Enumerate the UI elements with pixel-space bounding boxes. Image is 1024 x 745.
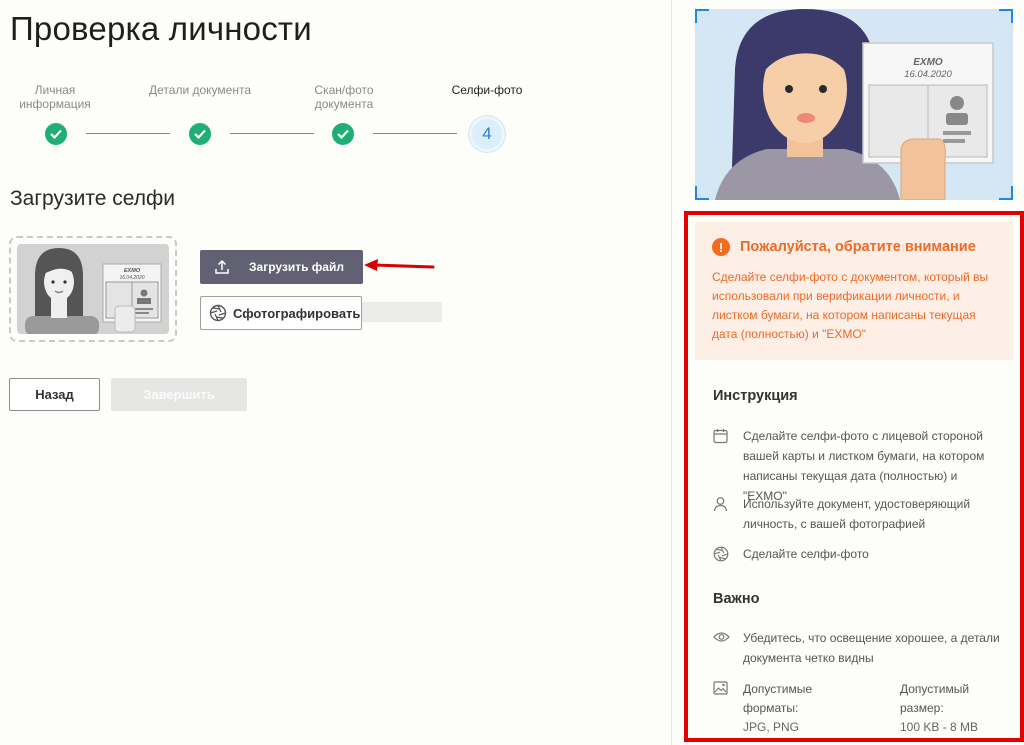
step-document-scan: Скан/фото документа bbox=[289, 83, 399, 113]
instruction-item: Сделайте селфи-фото bbox=[713, 544, 1003, 567]
size-block: Допустимый размер: 100 KB - 8 MB bbox=[900, 680, 990, 737]
important-title: Важно bbox=[713, 591, 760, 607]
left-panel: Проверка личности Личная информация Дета… bbox=[0, 0, 672, 745]
step-label: Селфи-фото bbox=[451, 83, 523, 97]
formats-label: Допустимые форматы: bbox=[743, 682, 813, 715]
instruction-text: Сделайте селфи-фото bbox=[743, 547, 869, 561]
upload-file-label: Загрузить файл bbox=[249, 260, 344, 274]
selfie-instruction-illustration: EXMO 16.04.2020 bbox=[695, 9, 1013, 200]
eye-icon bbox=[713, 628, 743, 668]
woman-with-document-illustration: EXMO 16.04.2020 bbox=[695, 9, 1013, 200]
step-check-icon bbox=[45, 123, 67, 145]
frame-corner bbox=[999, 9, 1013, 23]
person-icon bbox=[713, 494, 743, 534]
step-connector bbox=[86, 133, 170, 134]
doc-brand: EXMO bbox=[124, 268, 141, 274]
file-requirements: Допустимые форматы: JPG, PNG Допустимый … bbox=[713, 680, 1003, 737]
divider-strip bbox=[362, 302, 442, 322]
step-connector bbox=[230, 133, 314, 134]
frame-corner bbox=[695, 186, 709, 200]
take-photo-button[interactable]: Сфотографировать bbox=[200, 296, 362, 330]
formats-block: Допустимые форматы: JPG, PNG bbox=[743, 680, 900, 737]
selfie-preview[interactable]: EXMO 16.04.2020 bbox=[9, 236, 177, 342]
upload-icon bbox=[200, 259, 244, 275]
alert-title: Пожалуйста, обратите внимание bbox=[740, 239, 976, 255]
selfie-example-illustration: EXMO 16.04.2020 bbox=[17, 244, 169, 334]
page-title: Проверка личности bbox=[10, 10, 312, 47]
step-personal-info: Личная информация bbox=[0, 83, 110, 113]
step-label: Детали документа bbox=[149, 83, 251, 97]
frame-corner bbox=[999, 186, 1013, 200]
hero-doc-brand: EXMO bbox=[913, 57, 943, 68]
frame-corner bbox=[695, 9, 709, 23]
image-icon bbox=[713, 680, 743, 737]
camera-aperture-icon bbox=[201, 304, 233, 322]
upload-section-title: Загрузите селфи bbox=[10, 187, 175, 210]
step-label: Личная информация bbox=[19, 83, 91, 111]
step-label: Скан/фото документа bbox=[314, 83, 374, 111]
size-label: Допустимый размер: bbox=[900, 682, 970, 715]
instruction-text: Используйте документ, удостоверяющий лич… bbox=[743, 497, 971, 531]
step-check-icon bbox=[332, 123, 354, 145]
back-button[interactable]: Назад bbox=[9, 378, 100, 411]
finish-button[interactable]: Завершить bbox=[111, 378, 247, 411]
doc-date: 16.04.2020 bbox=[119, 275, 144, 281]
upload-file-button[interactable]: Загрузить файл bbox=[200, 250, 363, 284]
take-photo-label: Сфотографировать bbox=[233, 305, 361, 321]
exclamation-icon: ! bbox=[712, 238, 730, 256]
instruction-item: Используйте документ, удостоверяющий лич… bbox=[713, 494, 1003, 534]
size-value: 100 KB - 8 MB bbox=[900, 720, 979, 734]
important-text: Убедитесь, что освещение хорошее, а дета… bbox=[743, 631, 1000, 665]
step-selfie: Селфи-фото bbox=[432, 83, 542, 113]
formats-value: JPG, PNG bbox=[743, 720, 800, 734]
step-document-details: Детали документа bbox=[145, 83, 255, 113]
step-number-badge: 4 bbox=[469, 116, 505, 152]
attention-alert: ! Пожалуйста, обратите внимание Сделайте… bbox=[695, 222, 1013, 360]
stepper: Личная информация Детали документа Скан/… bbox=[0, 80, 540, 160]
aperture-icon bbox=[713, 544, 743, 567]
hero-doc-date: 16.04.2020 bbox=[904, 69, 952, 80]
red-pointer-arrow-icon bbox=[364, 259, 435, 271]
step-connector bbox=[373, 133, 457, 134]
important-item: Убедитесь, что освещение хорошее, а дета… bbox=[713, 628, 1003, 668]
step-check-icon bbox=[189, 123, 211, 145]
instructions-title: Инструкция bbox=[713, 388, 798, 404]
alert-text: Сделайте селфи-фото с документом, которы… bbox=[712, 270, 989, 341]
